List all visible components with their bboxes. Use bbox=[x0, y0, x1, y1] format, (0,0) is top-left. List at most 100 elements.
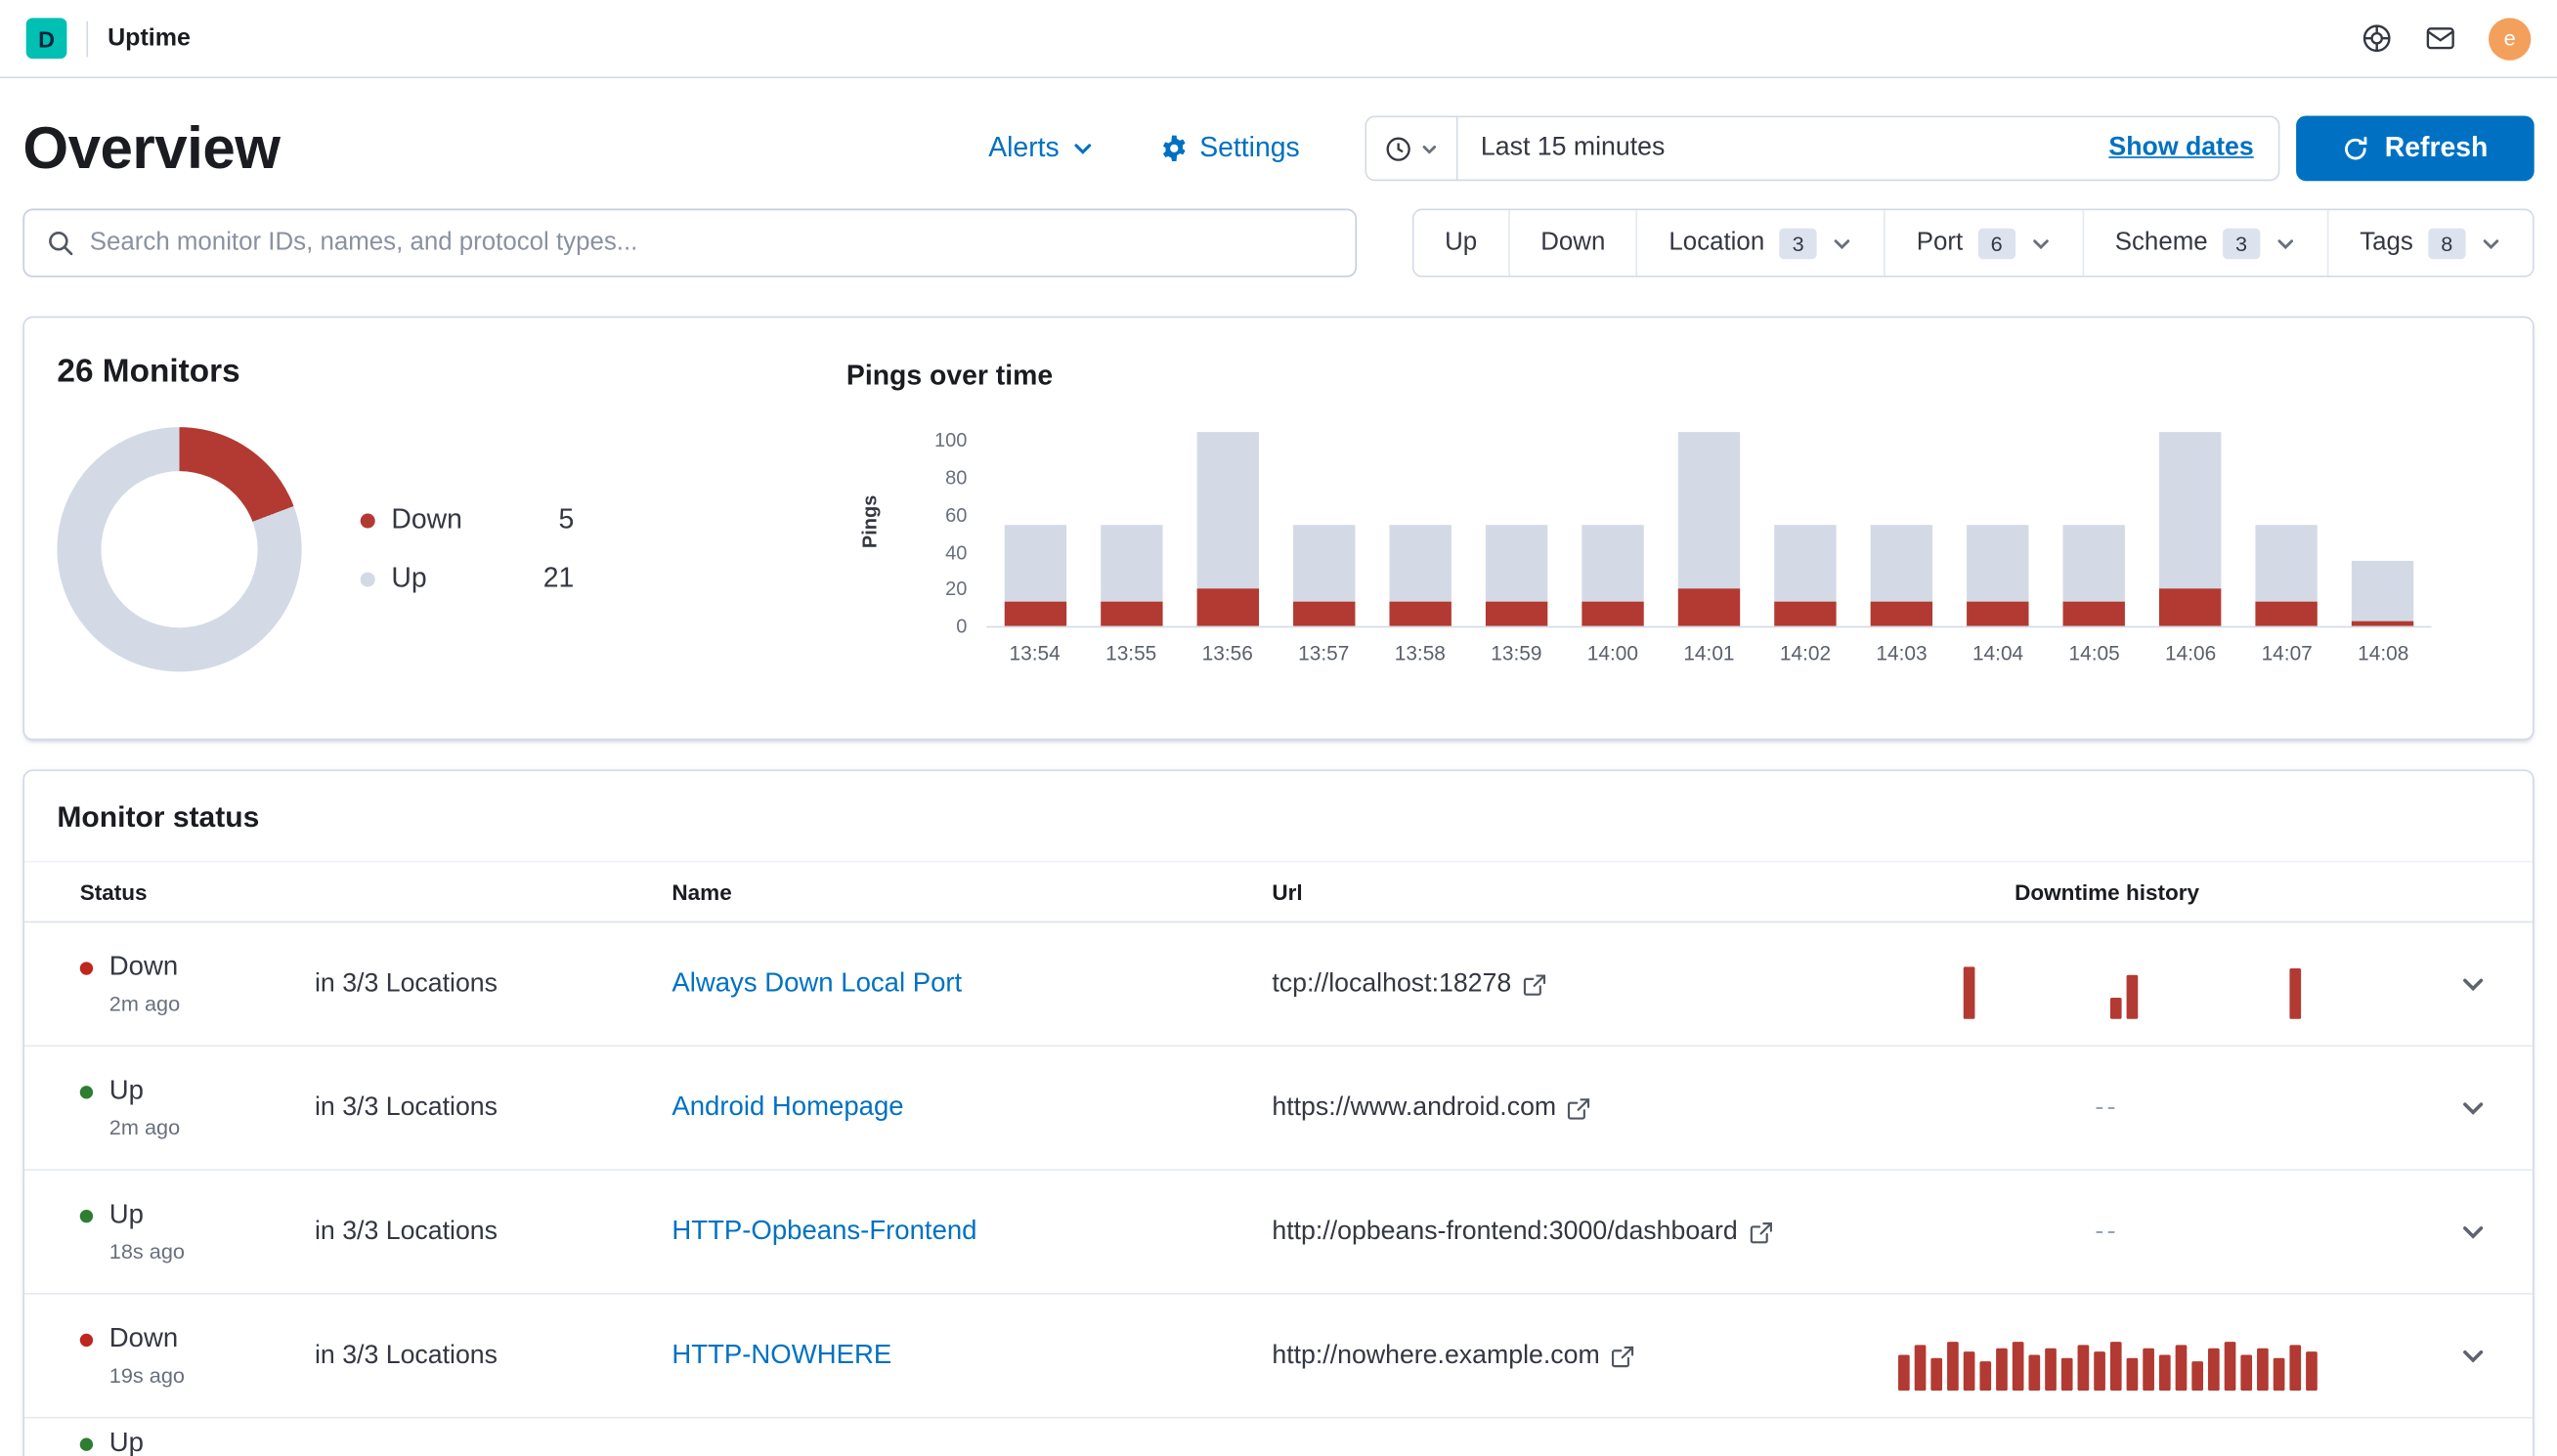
search-icon bbox=[46, 229, 75, 258]
monitor-name-link[interactable]: Android Homepage bbox=[672, 1092, 903, 1122]
status-dot bbox=[80, 962, 93, 974]
x-axis-line bbox=[986, 626, 2431, 628]
expand-row-button[interactable] bbox=[2459, 1218, 2487, 1245]
pings-up-segment bbox=[2256, 524, 2318, 602]
chevron-down-icon bbox=[2459, 1342, 2487, 1369]
monitor-url-cell: https://www.android.com bbox=[1272, 1093, 1891, 1123]
location-count-badge: 3 bbox=[1779, 228, 1817, 259]
chevron-down-icon bbox=[2459, 1093, 2487, 1121]
filter-up-button[interactable]: Up bbox=[1413, 210, 1507, 276]
downtime-bar bbox=[2044, 1348, 2056, 1390]
clock-icon bbox=[1384, 135, 1411, 162]
page-title: Overview bbox=[22, 114, 280, 183]
show-dates-button[interactable]: Show dates bbox=[2084, 134, 2277, 163]
chevron-down-icon bbox=[2459, 1218, 2487, 1245]
filter-scheme-dropdown[interactable]: Scheme 3 bbox=[2082, 210, 2326, 276]
monitor-url-cell: http://opbeans-frontend:3000/dashboard bbox=[1272, 1217, 1891, 1246]
x-tick-label: 14:02 bbox=[1780, 642, 1831, 664]
y-tick-label: 40 bbox=[945, 540, 967, 563]
monitor-status-cell: Down2m ago bbox=[57, 952, 315, 1015]
expand-row-button[interactable] bbox=[2459, 970, 2487, 998]
column-header-name: Name bbox=[672, 879, 1272, 904]
monitor-url-cell: http://nowhere.example.com bbox=[1272, 1341, 1891, 1370]
monitor-name-link[interactable]: HTTP-Opbeans-Frontend bbox=[672, 1217, 976, 1246]
pings-up-segment bbox=[1293, 524, 1355, 602]
column-header-status: Status bbox=[57, 879, 315, 904]
downtime-bar bbox=[2109, 1341, 2121, 1390]
monitor-name-link[interactable]: HTTP-NOWHERE bbox=[672, 1340, 891, 1369]
scheme-count-badge: 3 bbox=[2223, 228, 2261, 259]
pings-up-segment bbox=[1582, 524, 1643, 602]
status-label-row: Down bbox=[80, 1324, 315, 1355]
x-tick-label: 14:07 bbox=[2262, 642, 2313, 664]
help-button[interactable] bbox=[2362, 22, 2393, 54]
x-tick-label: 14:00 bbox=[1587, 642, 1638, 664]
filter-tags-dropdown[interactable]: Tags 8 bbox=[2327, 210, 2533, 276]
status-label: Up bbox=[109, 1200, 144, 1231]
external-link-icon bbox=[1568, 1096, 1590, 1119]
column-header-url: Url bbox=[1272, 879, 1891, 904]
monitor-name-link[interactable]: Always Down Local Port bbox=[672, 968, 962, 998]
downtime-bar bbox=[1946, 1341, 1958, 1390]
alerts-dropdown-button[interactable]: Alerts bbox=[988, 132, 1094, 164]
refresh-button[interactable]: Refresh bbox=[2296, 115, 2535, 181]
monitor-table-row: Down2m agoin 3/3 LocationsAlways Down Lo… bbox=[24, 922, 2533, 1047]
legend-item-up: Up 21 bbox=[361, 563, 575, 595]
pings-chart-section: Pings over time Pings 020406080100 13:54… bbox=[824, 354, 2500, 703]
pings-up-segment bbox=[1967, 524, 2028, 602]
downtime-bar bbox=[2305, 1350, 2317, 1390]
monitor-status-cell: Up2m ago bbox=[57, 1076, 315, 1139]
downtime-bar bbox=[2126, 1357, 2138, 1390]
downtime-bar bbox=[2060, 1357, 2072, 1390]
pings-bar-slot: 13:59 bbox=[1468, 422, 1565, 665]
search-input[interactable] bbox=[90, 229, 1334, 258]
y-tick-label: 60 bbox=[945, 503, 967, 526]
monitor-status-cell: Down19s ago bbox=[57, 1324, 315, 1388]
downtime-bar bbox=[2273, 1357, 2284, 1390]
refresh-label: Refresh bbox=[2385, 132, 2489, 164]
downtime-bar bbox=[1995, 1348, 2007, 1390]
filter-down-button[interactable]: Down bbox=[1508, 210, 1636, 276]
chevron-down-icon bbox=[1070, 137, 1093, 159]
pings-down-segment bbox=[2159, 589, 2221, 626]
filter-location-dropdown[interactable]: Location 3 bbox=[1636, 210, 1884, 276]
down-legend-value: 5 bbox=[522, 504, 574, 536]
external-link-icon bbox=[1749, 1220, 1771, 1243]
up-legend-dot bbox=[361, 572, 375, 586]
downtime-bar bbox=[2190, 1360, 2202, 1390]
downtime-bar bbox=[1914, 1345, 1926, 1391]
filter-port-dropdown[interactable]: Port 6 bbox=[1884, 210, 2082, 276]
x-tick-label: 14:03 bbox=[1876, 642, 1927, 664]
y-axis-label: Pings bbox=[858, 495, 881, 549]
pings-chart-plot: Pings 020406080100 13:5413:5513:5613:571… bbox=[986, 422, 2431, 665]
filter-location-label: Location bbox=[1669, 229, 1764, 258]
x-tick-label: 13:56 bbox=[1202, 642, 1253, 664]
pings-stacked-bar bbox=[1100, 524, 1161, 625]
settings-label: Settings bbox=[1199, 132, 1300, 164]
downtime-bar bbox=[2240, 1354, 2252, 1391]
status-label: Up bbox=[109, 1076, 144, 1107]
date-quick-select-button[interactable] bbox=[1366, 117, 1457, 179]
x-tick-label: 13:59 bbox=[1491, 642, 1541, 664]
user-avatar[interactable]: e bbox=[2489, 18, 2531, 60]
downtime-history-cell: -- bbox=[1891, 1093, 2321, 1123]
pings-up-segment bbox=[1774, 524, 1836, 602]
pings-up-segment bbox=[1871, 524, 1932, 602]
pings-stacked-bar bbox=[1004, 524, 1065, 625]
pings-up-segment bbox=[2353, 561, 2414, 621]
deployment-logo[interactable]: D bbox=[26, 18, 67, 59]
expand-row-button[interactable] bbox=[2459, 1342, 2487, 1369]
date-range-value[interactable]: Last 15 minutes bbox=[1458, 134, 2085, 163]
pings-stacked-bar bbox=[1196, 432, 1258, 626]
pings-bar-slot: 14:02 bbox=[1757, 422, 1854, 665]
downtime-bar bbox=[1930, 1357, 1942, 1390]
pings-down-segment bbox=[1004, 602, 1065, 626]
expand-row-button[interactable] bbox=[2459, 1093, 2487, 1121]
pings-stacked-bar bbox=[2159, 432, 2221, 626]
pings-up-segment bbox=[1389, 524, 1451, 602]
pings-bar-slot: 13:54 bbox=[986, 422, 1083, 665]
newsfeed-button[interactable] bbox=[2425, 22, 2456, 54]
settings-button[interactable]: Settings bbox=[1159, 132, 1300, 164]
tags-count-badge: 8 bbox=[2428, 228, 2466, 259]
pings-down-segment bbox=[1486, 602, 1547, 626]
